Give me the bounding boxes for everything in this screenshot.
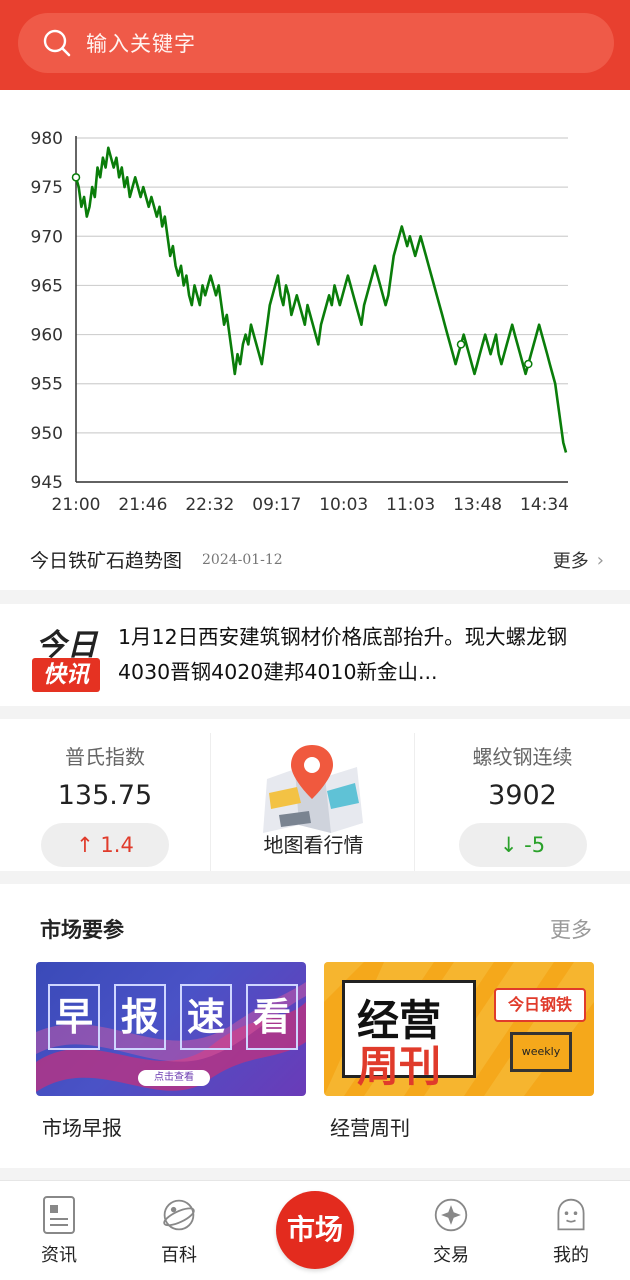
bottom-nav: 资讯 百科 市场 交易 我的 [0, 1180, 630, 1280]
planet-icon [163, 1199, 195, 1231]
x-tick-label: 14:34 [520, 495, 569, 515]
nav-label: 我的 [553, 1245, 589, 1266]
y-tick-label: 950 [31, 424, 63, 444]
news-icon [43, 1196, 75, 1234]
weekly-tv-icon: weekly [510, 1032, 572, 1072]
search-placeholder: 输入关键字 [86, 32, 196, 56]
section-more-link[interactable]: 更多 [550, 914, 592, 944]
map-label: 地图看行情 [263, 833, 364, 857]
logo-bottom-text: 快讯 [32, 658, 100, 692]
banner-char: 速 [180, 984, 232, 1050]
map-market-button[interactable]: 地图看行情 [210, 733, 415, 871]
index-name: 普氏指数 [65, 745, 145, 769]
today-news-logo: 今日 快讯 [32, 624, 102, 692]
x-tick-label: 21:00 [52, 495, 101, 515]
banner-caption[interactable]: 经营周刊 [330, 1112, 410, 1141]
nav-market-button[interactable]: 市场 [276, 1191, 354, 1269]
banner-char: 早 [48, 984, 100, 1050]
nav-news[interactable]: 资讯 [14, 1181, 104, 1267]
index-name: 螺纹钢连续 [472, 745, 573, 769]
weekly-title-box: 经营 周刊 [342, 980, 476, 1091]
view-button[interactable]: 点击查看 [138, 1070, 210, 1086]
search-icon [43, 29, 71, 57]
rebar-continuous-index[interactable]: 螺纹钢连续 3902 ↓ -5 [415, 719, 630, 871]
iron-ore-trend-chart[interactable]: 945 950 955 960 965 970 975 980 21:00 21:46 22:32 0… [0, 90, 630, 530]
data-point-marker [71, 173, 81, 182]
profile-icon [557, 1198, 585, 1231]
nav-wiki[interactable]: 百科 [134, 1181, 224, 1267]
data-point-marker [524, 359, 533, 369]
index-change-badge: ↑ 1.4 [41, 823, 169, 867]
price-series-line [74, 146, 568, 453]
weekly-title-line2: 周刊 [357, 1042, 442, 1091]
index-value: 135.75 [57, 780, 153, 811]
x-tick-label: 09:17 [252, 495, 301, 515]
y-tick-label: 945 [31, 473, 63, 493]
data-point-marker [456, 340, 466, 349]
news-flash-card[interactable]: 今日 快讯 1月12日西安建筑钢材价格底部抬升。现大螺龙钢4030晋钢4020建… [0, 604, 630, 706]
y-tick-label: 980 [31, 129, 63, 149]
nav-label: 资讯 [41, 1245, 77, 1266]
section-title: 市场要参 [40, 918, 124, 942]
y-tick-label: 955 [31, 375, 63, 395]
x-tick-label: 13:48 [453, 495, 502, 515]
header-bar: 输入关键字 [0, 0, 630, 90]
x-tick-label: 10:03 [319, 495, 368, 515]
news-headline[interactable]: 1月12日西安建筑钢材价格底部抬升。现大螺龙钢4030晋钢4020建邦4010新… [118, 620, 610, 690]
morning-report-chars: 早 报 速 看 [48, 984, 298, 1050]
trade-icon [434, 1198, 468, 1232]
chart-more-link[interactable]: 更多 › [553, 547, 604, 573]
platts-index[interactable]: 普氏指数 135.75 ↑ 1.4 [0, 719, 210, 871]
x-tick-label: 21:46 [118, 495, 167, 515]
y-tick-label: 965 [31, 276, 63, 296]
nav-trade[interactable]: 交易 [406, 1181, 496, 1267]
y-tick-label: 970 [31, 227, 63, 247]
banner-char: 报 [114, 984, 166, 1050]
morning-report-banner[interactable]: 早 报 速 看 点击查看 [36, 962, 306, 1096]
nav-label: 百科 [161, 1245, 197, 1266]
chart-date: 2024-01-12 [202, 552, 283, 568]
banner-char: 看 [246, 984, 298, 1050]
index-change-badge: ↓ -5 [458, 823, 587, 867]
business-weekly-banner[interactable]: 经营 周刊 今日钢铁 weekly [324, 962, 594, 1096]
chevron-right-icon: › [596, 549, 604, 571]
today-steel-tag: 今日钢铁 [494, 988, 586, 1022]
y-tick-label: 975 [31, 178, 63, 198]
chart-title: 今日铁矿石趋势图 [30, 550, 183, 572]
nav-profile[interactable]: 我的 [526, 1181, 616, 1267]
nav-label: 交易 [433, 1245, 469, 1266]
x-tick-label: 11:03 [386, 495, 435, 515]
search-bar[interactable]: 输入关键字 [18, 13, 614, 73]
map-pin-icon [263, 745, 363, 833]
x-tick-label: 22:32 [185, 495, 234, 515]
chart-more-label: 更多 [552, 551, 589, 572]
market-reference-section: 市场要参 更多 早 报 速 看 点击查看 市场早报 经营 周刊 今日钢铁 wee… [0, 884, 630, 1168]
banner-caption[interactable]: 市场早报 [42, 1112, 122, 1141]
index-row: 普氏指数 135.75 ↑ 1.4 地图看行情 螺纹钢连续 3902 ↓ -5 [0, 719, 630, 871]
y-tick-label: 960 [31, 326, 63, 346]
iron-ore-chart-card[interactable]: 945 950 955 960 965 970 975 980 21:00 21:46 22:32 0… [0, 90, 630, 590]
index-value: 3902 [488, 780, 557, 811]
